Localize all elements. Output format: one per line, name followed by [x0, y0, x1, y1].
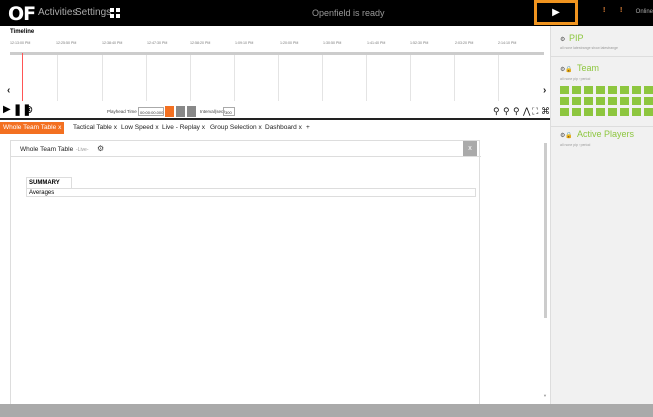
active-players-title: Active Players	[577, 129, 635, 139]
player-chip[interactable]	[596, 86, 605, 94]
play-icon[interactable]: ▶	[3, 104, 11, 115]
main-content: Whole Team Table -Live- ⚙ x SUMMARY Aver…	[0, 134, 550, 408]
settings-icon[interactable]: ⚙	[560, 36, 565, 43]
timeline-controls: ▶ ❚❚ ⊗ Playhead Time 00:00:00.000 Interv…	[0, 102, 550, 120]
gear-icon[interactable]: ⚙	[97, 144, 104, 153]
player-chip[interactable]	[644, 97, 653, 105]
panel-title: Whole Team Table	[20, 146, 74, 153]
player-chip[interactable]	[644, 86, 653, 94]
team-title: Team	[577, 63, 600, 73]
footer-bar	[0, 404, 653, 417]
team-links[interactable]: all none pip ↑period	[560, 77, 590, 81]
online-status: Online	[635, 9, 653, 15]
table-row: Averages	[26, 188, 476, 197]
playhead-marker[interactable]	[22, 53, 23, 101]
alert-icon[interactable]: !	[620, 7, 622, 14]
player-chip[interactable]	[572, 86, 581, 94]
scrollbar[interactable]	[544, 143, 547, 318]
time-tick: 1:30:50 PM	[323, 41, 342, 45]
status-text: Openfield is ready	[312, 8, 385, 18]
play-button[interactable]: ▶	[534, 0, 578, 25]
team-player-grid	[560, 86, 653, 116]
player-chip[interactable]	[560, 86, 569, 94]
step-forward-button[interactable]	[187, 106, 196, 117]
time-tick: 12:47:30 PM	[147, 41, 168, 45]
player-chip[interactable]	[596, 108, 605, 116]
time-tick: 1:41:40 PM	[367, 41, 386, 45]
collapse-icon[interactable]: ⌘	[541, 106, 550, 117]
player-chip[interactable]	[584, 108, 593, 116]
player-chip[interactable]	[620, 108, 629, 116]
expand-icon[interactable]: ⋀	[523, 106, 530, 117]
player-chip[interactable]	[560, 108, 569, 116]
add-tab-button[interactable]: +	[303, 122, 313, 134]
lock-icon[interactable]: ⚙🔒	[560, 66, 573, 73]
tab-live-replay[interactable]: Live - Replay x	[159, 122, 208, 134]
whole-team-table-panel: Whole Team Table -Live- ⚙ x SUMMARY Aver…	[10, 140, 481, 408]
sidebar: ⚙ PIP all none latestrange show latestra…	[550, 26, 653, 404]
panel-header: Whole Team Table -Live- ⚙ x	[11, 141, 481, 157]
playhead-time-input[interactable]: 00:00:00.000	[138, 107, 164, 116]
time-tick: 12:58:20 PM	[190, 41, 211, 45]
zoom-out-icon[interactable]: ⚲	[493, 106, 500, 117]
interval-input[interactable]: 300	[223, 107, 235, 116]
tab-tactical-table[interactable]: Tactical Table x	[70, 122, 120, 134]
time-tick: 12:25:50 PM	[56, 41, 77, 45]
interval-label: Interval(sec)	[200, 109, 225, 114]
step-back-button[interactable]	[165, 106, 174, 117]
tab-whole-team-table[interactable]: Whole Team Table x	[0, 122, 65, 134]
top-bar: OF Activities Settings Openfield is read…	[0, 0, 653, 26]
player-chip[interactable]	[572, 97, 581, 105]
zoom-in-icon[interactable]: ⚲	[503, 106, 510, 117]
player-chip[interactable]	[608, 97, 617, 105]
tab-group-selection[interactable]: Group Selection x	[207, 122, 265, 134]
stop-icon[interactable]: ⊗	[24, 103, 33, 116]
zoom-reset-icon[interactable]: ⚲	[513, 106, 520, 117]
live-label: -Live-	[76, 147, 89, 153]
player-chip[interactable]	[644, 108, 653, 116]
timeline-panel: Timeline 12:13:00 PM 12:25:50 PM 12:38:4…	[0, 26, 550, 122]
player-chip[interactable]	[620, 97, 629, 105]
summary-tab[interactable]: SUMMARY	[26, 177, 72, 188]
player-chip[interactable]	[632, 97, 641, 105]
tab-bar: Whole Team Table x Tactical Table x Low …	[0, 122, 550, 134]
time-tick: 1:20:00 PM	[280, 41, 299, 45]
player-chip[interactable]	[572, 108, 581, 116]
time-tick: 12:38:40 PM	[102, 41, 123, 45]
player-chip[interactable]	[632, 108, 641, 116]
player-chip[interactable]	[596, 97, 605, 105]
time-tick: 1:52:30 PM	[410, 41, 429, 45]
player-chip[interactable]	[632, 86, 641, 94]
player-chip[interactable]	[560, 97, 569, 105]
tab-dashboard[interactable]: Dashboard x	[262, 122, 305, 134]
player-chip[interactable]	[608, 108, 617, 116]
openfield-logo: OF	[8, 3, 36, 25]
panel-close-button[interactable]: x	[463, 141, 477, 156]
timeline-left-arrow[interactable]: ‹	[7, 85, 10, 96]
playhead-time-label: Playhead Time	[107, 109, 137, 114]
time-tick: 2:03:20 PM	[455, 41, 474, 45]
player-chip[interactable]	[608, 86, 617, 94]
pip-links[interactable]: all none latestrange show latestrange	[560, 46, 618, 50]
player-chip[interactable]	[584, 97, 593, 105]
time-tick: 12:13:00 PM	[10, 41, 31, 45]
pip-title: PIP	[569, 33, 584, 43]
player-chip[interactable]	[584, 86, 593, 94]
nav-activities[interactable]: Activities	[38, 7, 77, 18]
active-players-links[interactable]: all none pip ↑period	[560, 143, 590, 147]
player-chip[interactable]	[620, 86, 629, 94]
scroll-down-icon[interactable]: ▼	[543, 393, 547, 398]
tab-low-speed[interactable]: Low Speed x	[118, 122, 162, 134]
time-tick: 2:14:10 PM	[498, 41, 517, 45]
timeline-track[interactable]	[10, 52, 544, 101]
alert-icon[interactable]: !	[603, 7, 605, 14]
lock-icon[interactable]: ⚙🔒	[560, 132, 573, 139]
timeline-title: Timeline	[10, 29, 35, 35]
timeline-right-arrow[interactable]: ›	[543, 85, 546, 96]
fit-icon[interactable]: ⛶	[532, 106, 538, 117]
step-button[interactable]	[176, 106, 185, 117]
time-tick: 1:09:10 PM	[235, 41, 254, 45]
grid-icon[interactable]	[110, 8, 120, 18]
nav-settings[interactable]: Settings	[75, 7, 111, 18]
